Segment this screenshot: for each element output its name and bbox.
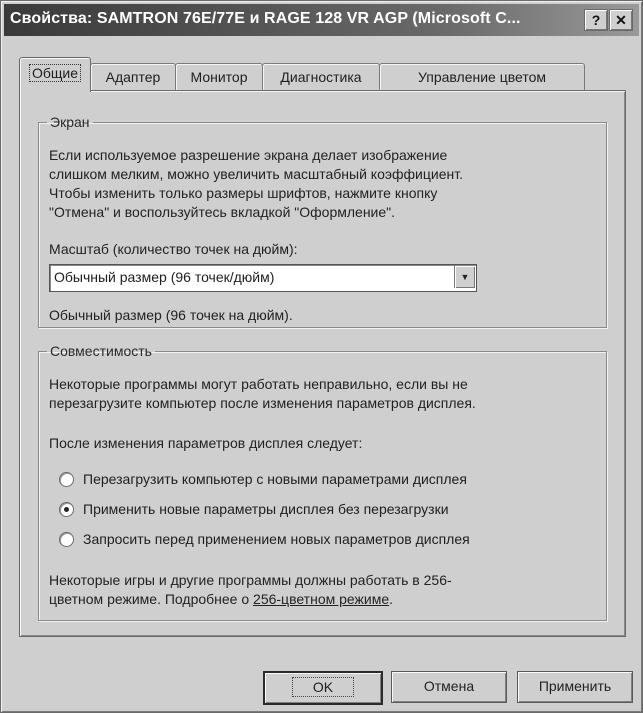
ok-button[interactable]: OK [263,671,383,705]
tab-panel-general: Экран Если используемое разрешение экран… [19,90,626,637]
note-suffix: . [389,591,394,607]
compat-description-line-1: Некоторые программы могут работать непра… [49,376,468,392]
note-line-2: цветном режиме. Подробнее о 256-цветном … [49,590,393,609]
note-line-2-text: цветном режиме. Подробнее о [49,591,254,607]
tab-monitor[interactable]: Монитор [175,63,263,90]
radio-restart-label: Перезагрузить компьютер с новыми парамет… [83,471,467,487]
tab-general-label: Общие [28,64,82,82]
properties-dialog: Свойства: SAMTRON 76E/77E и RAGE 128 VR … [0,0,643,713]
tab-diagnostics-label: Диагностика [280,69,362,85]
screen-description-line-4: "Отмена" и воспользуйтесь вкладкой "Офор… [49,204,396,220]
compat-description-line-2: перезагрузите компьютер после изменения … [49,395,476,411]
screen-description-line-3: Чтобы изменить только размеры шрифтов, н… [49,185,438,201]
note-line-1: Некоторые игры и другие программы должны… [49,572,452,588]
scale-label: Масштаб (количество точек на дюйм): [49,241,298,257]
radio-button-checked[interactable] [59,502,74,517]
radio-button[interactable] [59,532,74,547]
compatibility-group: Совместимость Некоторые программы могут … [38,343,607,621]
cancel-button[interactable]: Отмена [391,671,507,703]
screen-description-line-2: слишком мелким, можно увеличить масштабн… [49,166,463,182]
tab-diagnostics[interactable]: Диагностика [262,63,380,90]
radio-ask-label: Запросить перед применением новых параме… [83,531,470,547]
help-button[interactable]: ? [584,9,608,31]
close-button[interactable]: ✕ [609,9,633,31]
apply-button[interactable]: Применить [517,671,633,703]
compatibility-group-label: Совместимость [50,343,152,359]
tab-monitor-label: Монитор [190,69,248,85]
scale-dropdown[interactable]: Обычный размер (96 точек/дюйм) ▼ [49,264,477,292]
tab-color-management-label: Управление цветом [417,69,546,85]
window-title: Свойства: SAMTRON 76E/77E и RAGE 128 VR … [10,10,521,27]
tab-general[interactable]: Общие [19,57,91,92]
radio-button[interactable] [59,472,74,487]
chevron-down-icon[interactable]: ▼ [454,266,475,288]
radio-apply-label: Применить новые параметры дисплея без пе… [83,501,449,517]
screen-group: Экран Если используемое разрешение экран… [38,114,607,328]
after-change-label: После изменения параметров дисплея следу… [49,435,363,451]
tab-color-management[interactable]: Управление цветом [379,63,585,90]
ok-button-label: OK [291,677,355,697]
tab-adapter[interactable]: Адаптер [90,63,176,90]
scale-status-text: Обычный размер (96 точек на дюйм). [49,307,293,323]
256-color-mode-link[interactable]: 256-цветном режиме [253,591,389,607]
screen-description-line-1: Если используемое разрешение экрана дела… [49,147,448,163]
tab-adapter-label: Адаптер [105,69,161,85]
screen-group-label: Экран [50,114,90,130]
title-bar[interactable]: Свойства: SAMTRON 76E/77E и RAGE 128 VR … [4,4,639,36]
scale-dropdown-value: Обычный размер (96 точек/дюйм) [54,269,275,285]
